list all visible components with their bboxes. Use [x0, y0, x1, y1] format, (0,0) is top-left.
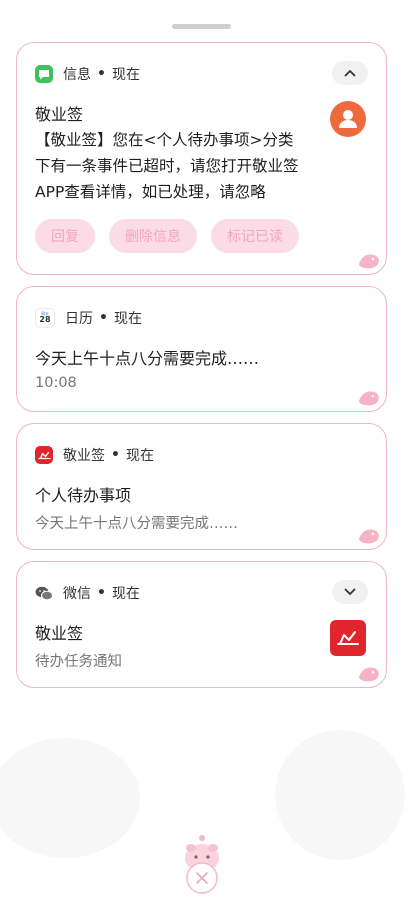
notification-time: 现在	[111, 586, 140, 602]
notification-subtitle: 待办任务通知	[35, 654, 122, 670]
sender-avatar	[330, 101, 366, 137]
jingyeqian-thumbnail	[330, 620, 366, 656]
notification-title: 敬业签	[35, 624, 84, 643]
notification-time: 现在	[125, 448, 154, 464]
body-line: 【敬业签】您在<个人待办事项>分类	[35, 131, 294, 149]
messages-icon	[35, 65, 53, 83]
notification-title: 敬业签	[35, 105, 84, 124]
background-shape	[0, 738, 140, 858]
notification-subtitle: 今天上午十点八分需要完成……	[35, 516, 238, 532]
notification-card-jingyeqian[interactable]: 敬业签 • 现在 个人待办事项 今天上午十点八分需要完成……	[16, 423, 387, 550]
notification-title: 今天上午十点八分需要完成……	[35, 349, 260, 368]
notification-body: 【敬业签】您在<个人待办事项>分类 下有一条事件已超时，请您打开敬业签 APP查…	[35, 127, 299, 205]
notification-header: 敬业签 • 现在	[35, 444, 154, 466]
background-shape	[275, 730, 405, 860]
notification-header: 微信 • 现在	[35, 582, 140, 604]
mascot-clear-icon	[185, 835, 219, 894]
person-icon	[339, 110, 357, 128]
notification-time: 现在	[111, 67, 140, 83]
notification-time: 现在	[113, 311, 142, 327]
event-time: 10:08	[35, 375, 77, 391]
jingyeqian-icon	[35, 446, 53, 464]
chevron-up-icon	[344, 70, 356, 77]
notification-card-calendar[interactable]: 周五 28 日历 • 现在 今天上午十点八分需要完成…… 10:08	[16, 286, 387, 412]
notification-actions: 回复 删除信息 标记已读	[35, 219, 299, 253]
pink-sticker-icon	[359, 667, 379, 682]
notification-card-wechat[interactable]: 微信 • 现在 敬业签 待办任务通知	[16, 561, 387, 688]
pink-sticker-icon	[359, 529, 379, 544]
app-name: 敬业签	[63, 448, 105, 464]
app-name: 日历	[65, 311, 93, 327]
notification-card-messages[interactable]: 信息 • 现在 敬业签 【敬业签】您在<个人待办事项>分类 下有一条事件已超时，…	[16, 42, 387, 275]
calendar-icon: 周五 28	[35, 308, 55, 328]
drag-handle[interactable]	[172, 24, 231, 29]
expand-button[interactable]	[332, 580, 368, 604]
pink-sticker-icon	[359, 254, 379, 269]
delete-message-button[interactable]: 删除信息	[109, 219, 197, 253]
notification-header: 信息 • 现在	[35, 63, 140, 85]
mark-read-button[interactable]: 标记已读	[211, 219, 299, 253]
notification-title: 个人待办事项	[35, 486, 132, 505]
collapse-button[interactable]	[332, 61, 368, 85]
wechat-icon	[35, 584, 53, 602]
clear-all-button[interactable]	[178, 830, 226, 896]
notification-header: 周五 28 日历 • 现在	[35, 307, 142, 329]
pink-sticker-icon	[359, 391, 379, 406]
calendar-day: 28	[39, 315, 51, 324]
jingyeqian-icon	[337, 631, 359, 645]
reply-button[interactable]: 回复	[35, 219, 95, 253]
body-line: 下有一条事件已超时，请您打开敬业签	[35, 157, 299, 175]
app-name: 微信	[63, 586, 91, 602]
body-line: APP查看详情，如已处理，请忽略	[35, 183, 266, 201]
app-name: 信息	[63, 67, 91, 83]
chevron-down-icon	[344, 588, 356, 595]
